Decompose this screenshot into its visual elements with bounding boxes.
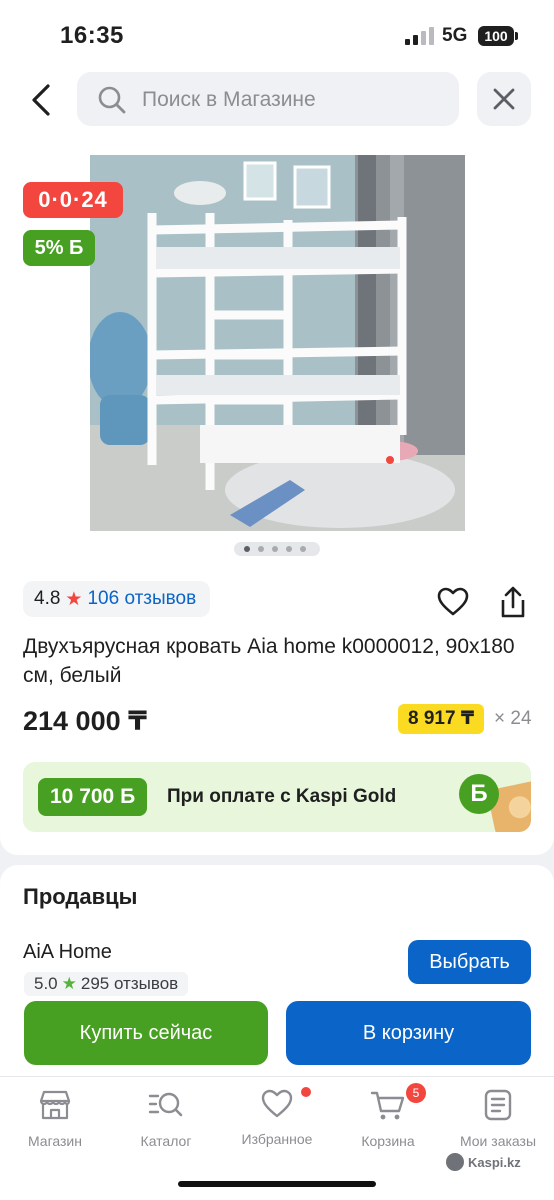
notification-dot	[301, 1087, 311, 1097]
rating-badge[interactable]: 4.8 ★ 106 отзывов	[23, 581, 211, 617]
tab-label: Избранное	[241, 1131, 313, 1147]
tab-cart[interactable]: 5 Корзина	[338, 1083, 438, 1149]
tab-label: Мои заказы	[459, 1133, 537, 1149]
battery-icon: 100	[478, 26, 518, 46]
cart-icon	[370, 1091, 405, 1120]
gallery-pagination[interactable]	[234, 542, 320, 556]
heart-icon	[261, 1089, 293, 1118]
star-icon: ★	[61, 974, 77, 993]
status-time: 16:35	[60, 22, 124, 49]
reviews-link[interactable]: 106 отзывов	[87, 588, 196, 610]
catalog-search-icon	[148, 1092, 183, 1117]
tab-catalog[interactable]: Каталог	[116, 1089, 216, 1149]
close-button[interactable]	[477, 72, 531, 126]
tab-label: Каталог	[140, 1133, 192, 1149]
product-page: 16:35 5G 100 Поиск в Магазине 0·0·24 5% …	[0, 0, 554, 1200]
tab-favorites[interactable]: Избранное	[227, 1087, 327, 1149]
heart-icon	[437, 587, 469, 616]
search-input[interactable]: Поиск в Магазине	[77, 72, 459, 126]
product-title: Двухъярусная кровать Aia home k0000012, …	[23, 635, 515, 687]
seller-name[interactable]: AiA Home	[23, 941, 112, 964]
tab-orders[interactable]: Мои заказы	[448, 1089, 548, 1149]
sellers-heading: Продавцы	[23, 884, 138, 909]
choose-seller-button[interactable]: Выбрать	[408, 940, 531, 984]
kaspi-gold-promo[interactable]: 10 700 Б При оплате с Kaspi Gold Б	[23, 762, 531, 832]
timer-badge: 0·0·24	[23, 182, 123, 218]
add-to-cart-button[interactable]: В корзину	[286, 1001, 531, 1065]
kaspi-logo-icon	[446, 1153, 464, 1171]
status-bar: 16:35 5G 100	[0, 0, 554, 70]
close-icon	[493, 88, 515, 110]
promo-text: При оплате с Kaspi Gold	[167, 786, 397, 807]
watermark-text: Kaspi.kz	[468, 1154, 521, 1170]
tab-label: Корзина	[361, 1133, 415, 1149]
search-placeholder: Поиск в Магазине	[142, 88, 316, 111]
home-indicator[interactable]	[178, 1181, 376, 1187]
product-card: 0·0·24 5% Б 4.8 ★ 106 отзывов Двухъярусн…	[0, 140, 554, 855]
share-icon	[501, 586, 525, 618]
tab-store[interactable]: Магазин	[5, 1089, 105, 1149]
store-icon	[39, 1090, 71, 1120]
cart-count-badge: 5	[406, 1083, 426, 1103]
installment-months: × 24	[494, 708, 532, 729]
rating-value: 4.8	[34, 588, 61, 609]
star-icon: ★	[65, 588, 83, 610]
share-button[interactable]	[498, 585, 528, 624]
network-type: 5G	[442, 25, 468, 46]
promo-bonus-amount: 10 700 Б	[38, 778, 148, 816]
monthly-payment-badge: 8 917 ₸	[398, 704, 485, 734]
back-button[interactable]	[22, 80, 62, 120]
signal-icon	[405, 27, 435, 45]
bonus-coin-icon: Б	[459, 774, 499, 814]
seller-rating-value: 5.0	[34, 974, 58, 993]
bonus-badge: 5% Б	[23, 230, 95, 266]
tab-label: Магазин	[27, 1133, 82, 1149]
orders-icon	[484, 1089, 512, 1121]
kaspi-watermark: Kaspi.kz	[446, 1153, 521, 1171]
top-bar: Поиск в Магазине	[0, 70, 554, 140]
favorite-button[interactable]	[437, 587, 469, 622]
product-price: 214 000 ₸	[23, 706, 147, 736]
buy-now-button[interactable]: Купить сейчас	[24, 1001, 268, 1065]
seller-rating[interactable]: 5.0 ★ 295 отзывов	[24, 972, 189, 996]
product-image[interactable]	[90, 155, 465, 531]
seller-reviews: 295 отзывов	[80, 974, 179, 993]
chevron-left-icon	[32, 84, 50, 116]
search-icon	[98, 86, 126, 114]
